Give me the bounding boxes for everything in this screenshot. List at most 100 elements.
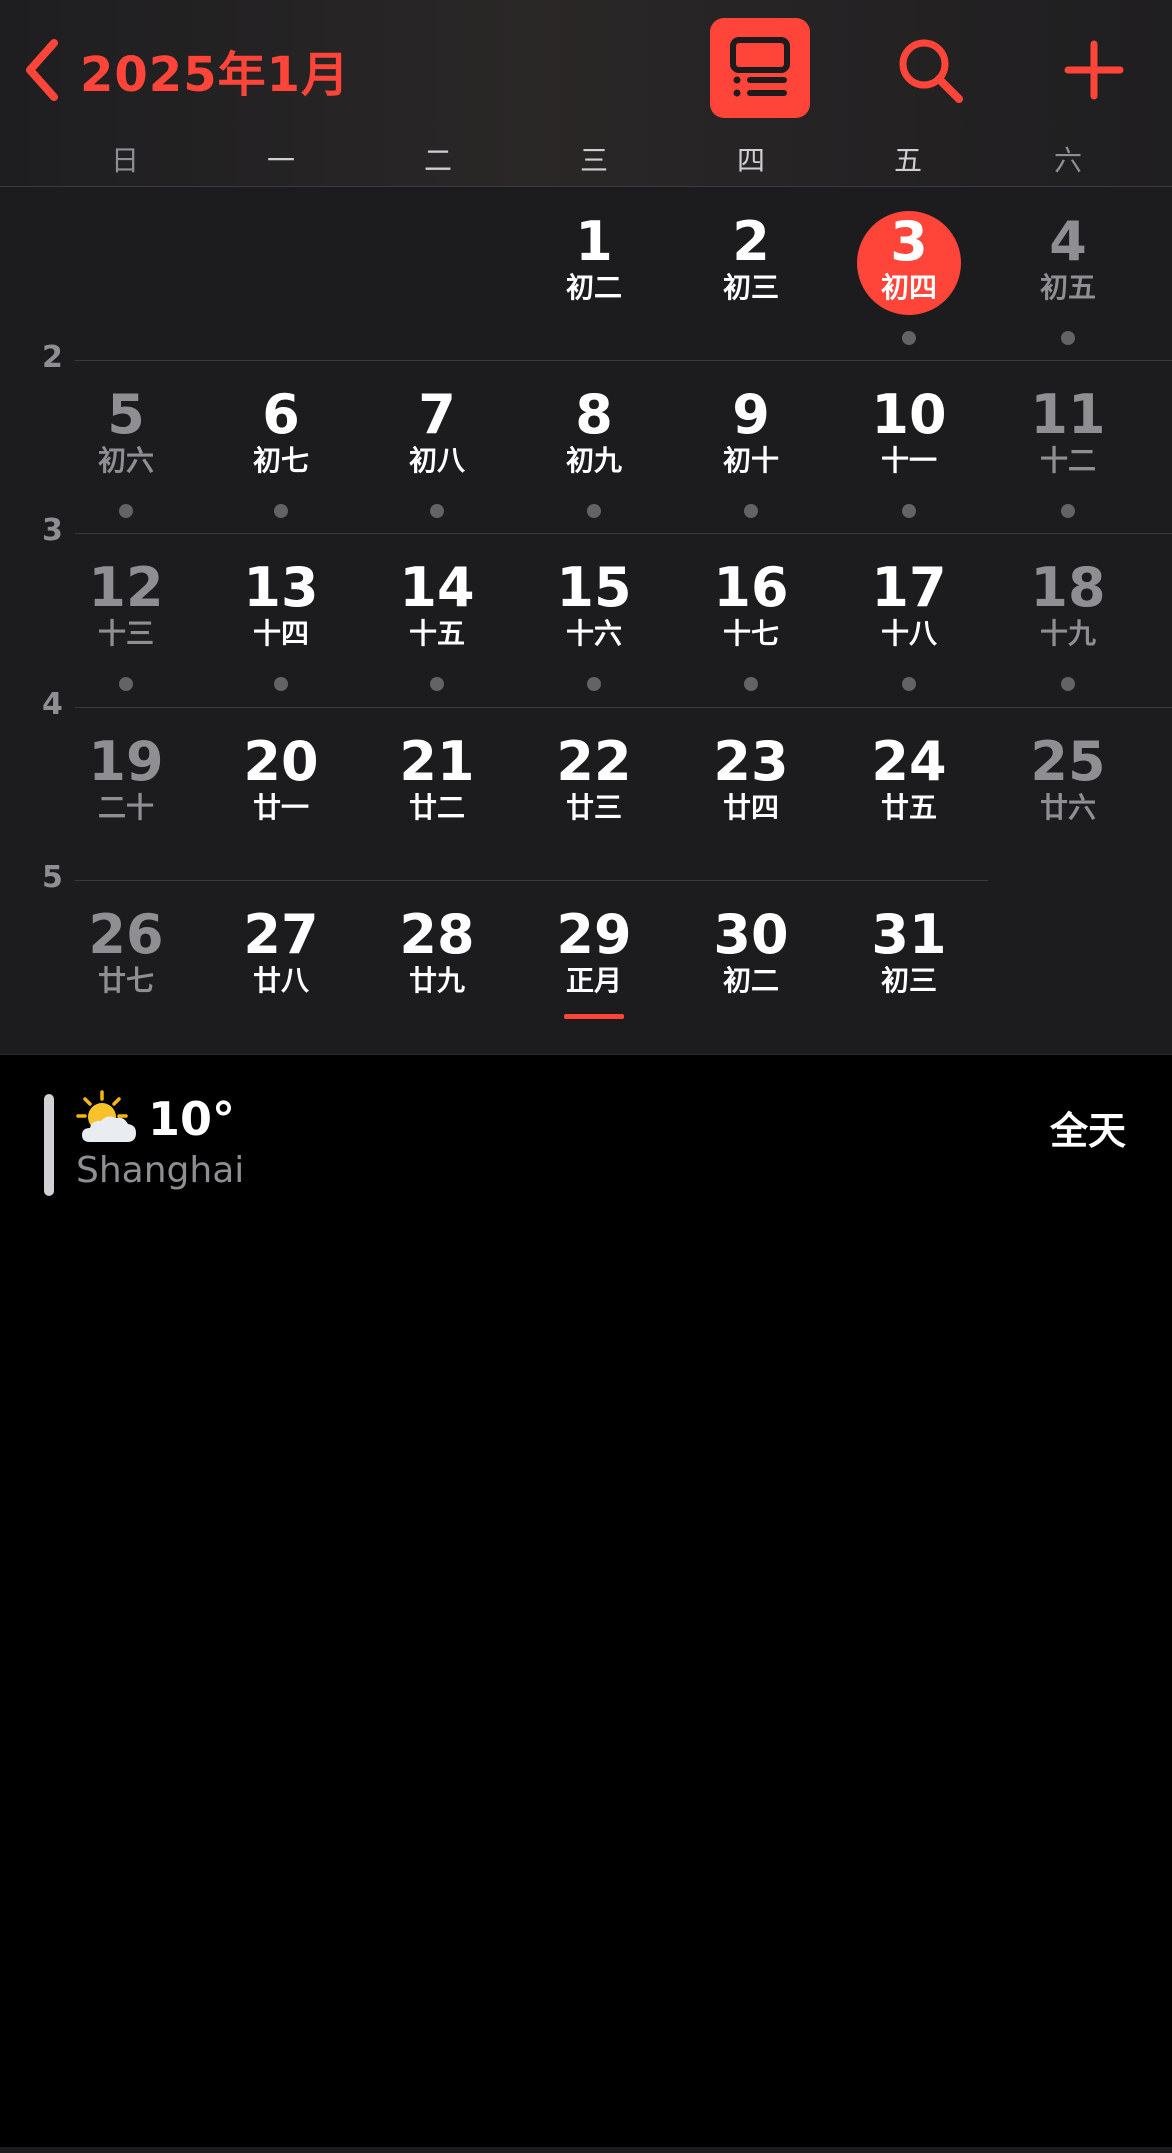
event-dot — [119, 504, 133, 518]
weekday-header: 日 一 二 三 四 五 六 — [0, 136, 1172, 186]
lunar-date: 廿四 — [722, 791, 779, 824]
day-cell[interactable]: 16 十七 — [681, 533, 821, 693]
search-button[interactable] — [880, 22, 980, 118]
event-dot — [430, 504, 444, 518]
day-cell[interactable]: 2 初三 — [681, 187, 821, 347]
day-number: 31 — [871, 903, 947, 966]
weekday-label: 一 — [266, 144, 295, 177]
day-number: 26 — [88, 903, 164, 966]
day-cell[interactable]: 31 初三 — [839, 880, 979, 1040]
lunar-date: 十九 — [1039, 617, 1096, 650]
day-cell[interactable]: 11 十二 — [998, 360, 1138, 520]
lunar-date: 初十 — [722, 444, 779, 477]
event-item-weather[interactable]: 10° Shanghai 全天 — [44, 1090, 1144, 1200]
all-day-label: 全天 — [1049, 1109, 1126, 1153]
day-number: 28 — [399, 903, 475, 966]
event-dot — [587, 677, 601, 691]
day-number: 8 — [575, 383, 613, 446]
day-cell[interactable]: 14 十五 — [367, 533, 507, 693]
day-cell[interactable]: 29 正月 — [524, 880, 664, 1040]
day-cell[interactable]: 25 廿六 — [998, 707, 1138, 867]
lunar-date: 初二 — [565, 271, 622, 304]
day-cell[interactable]: 20 廿一 — [211, 707, 351, 867]
list-view-button[interactable] — [710, 18, 810, 118]
day-number: 18 — [1030, 556, 1106, 619]
lunar-date: 廿三 — [565, 791, 622, 824]
event-dot — [902, 677, 916, 691]
day-cell[interactable]: 12 十三 — [56, 533, 196, 693]
day-cell[interactable]: 24 廿五 — [839, 707, 979, 867]
lunar-date: 廿二 — [408, 791, 465, 824]
event-dot — [119, 677, 133, 691]
lunar-date: 廿九 — [408, 964, 465, 997]
event-dot — [1061, 331, 1075, 345]
day-cell[interactable]: 23 廿四 — [681, 707, 821, 867]
event-dot — [1061, 677, 1075, 691]
event-dot — [274, 504, 288, 518]
day-cell[interactable]: 15 十六 — [524, 533, 664, 693]
day-cell[interactable]: 17 十八 — [839, 533, 979, 693]
day-number: 20 — [243, 730, 319, 793]
lunar-date: 十八 — [880, 617, 937, 650]
lunar-date: 正月 — [565, 964, 622, 997]
day-cell[interactable]: 22 廿三 — [524, 707, 664, 867]
event-dot — [744, 504, 758, 518]
lunar-date: 初九 — [565, 444, 622, 477]
day-cell[interactable]: 19 二十 — [56, 707, 196, 867]
lunar-date: 十四 — [252, 617, 309, 650]
weekday-label: 四 — [736, 144, 765, 177]
lunar-date: 十二 — [1039, 444, 1096, 477]
lunar-date: 十三 — [97, 617, 154, 650]
day-number: 25 — [1030, 730, 1106, 793]
event-dot — [430, 677, 444, 691]
lunar-date: 廿七 — [97, 964, 154, 997]
day-cell[interactable]: 27 廿八 — [211, 880, 351, 1040]
day-number: 9 — [732, 383, 770, 446]
city-name: Shanghai — [76, 1150, 245, 1191]
day-cell[interactable]: 7 初八 — [367, 360, 507, 520]
day-cell[interactable]: 21 廿二 — [367, 707, 507, 867]
day-cell-today[interactable]: 3 初四 — [839, 187, 979, 347]
plus-icon — [1064, 40, 1124, 100]
lunar-new-year-underline — [564, 1014, 624, 1019]
weekday-label: 五 — [893, 144, 922, 177]
day-cell[interactable]: 4 初五 — [998, 187, 1138, 347]
lunar-date: 十一 — [880, 444, 937, 477]
day-cell[interactable]: 9 初十 — [681, 360, 821, 520]
lunar-date: 十五 — [408, 617, 465, 650]
lunar-date: 初七 — [252, 444, 309, 477]
lunar-date: 初六 — [97, 444, 154, 477]
day-number: 5 — [107, 383, 145, 446]
back-button[interactable]: 2025年1月 — [18, 30, 350, 110]
day-number: 17 — [871, 556, 947, 619]
weekday-label: 六 — [1053, 144, 1082, 177]
day-cell[interactable]: 5 初六 — [56, 360, 196, 520]
day-number: 19 — [88, 730, 164, 793]
event-dot — [274, 677, 288, 691]
weekday-label: 三 — [579, 144, 608, 177]
day-number: 30 — [713, 903, 789, 966]
day-number: 2 — [732, 210, 770, 273]
lunar-date: 初三 — [722, 271, 779, 304]
search-icon — [899, 39, 963, 103]
bottom-bar — [0, 2147, 1172, 2153]
event-dot — [902, 504, 916, 518]
day-number: 10 — [871, 383, 947, 446]
day-number: 29 — [556, 903, 632, 966]
weekday-label: 二 — [423, 144, 452, 177]
day-cell[interactable]: 6 初七 — [211, 360, 351, 520]
day-number: 23 — [713, 730, 789, 793]
lunar-date: 廿八 — [252, 964, 309, 997]
day-cell[interactable]: 18 十九 — [998, 533, 1138, 693]
day-cell[interactable]: 10 十一 — [839, 360, 979, 520]
day-cell[interactable]: 8 初九 — [524, 360, 664, 520]
day-number: 7 — [418, 383, 456, 446]
day-cell[interactable]: 30 初二 — [681, 880, 821, 1040]
day-cell[interactable]: 1 初二 — [524, 187, 664, 347]
day-cell[interactable]: 13 十四 — [211, 533, 351, 693]
day-cell[interactable]: 26 廿七 — [56, 880, 196, 1040]
day-cell[interactable]: 28 廿九 — [367, 880, 507, 1040]
lunar-date: 初二 — [722, 964, 779, 997]
day-number: 3 — [890, 210, 928, 273]
add-event-button[interactable] — [1044, 22, 1144, 118]
